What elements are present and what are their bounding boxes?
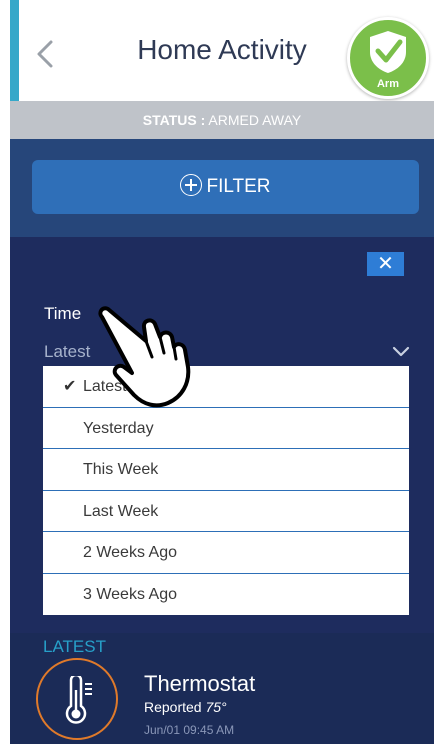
chevron-down-icon[interactable] bbox=[391, 345, 411, 359]
option-label: Yesterday bbox=[83, 419, 154, 437]
option-label: 2 Weeks Ago bbox=[83, 544, 177, 561]
option-label: Last Week bbox=[83, 502, 159, 520]
status-prefix: Reported bbox=[144, 699, 202, 715]
time-select-value[interactable]: Latest bbox=[44, 342, 90, 362]
dropdown-option-yesterday[interactable]: Yesterday bbox=[43, 408, 409, 449]
shield-check-icon bbox=[370, 31, 406, 73]
checkmark-icon: ✔ bbox=[63, 378, 77, 395]
filter-label: FILTER bbox=[206, 176, 271, 197]
dropdown-option-3-weeks-ago[interactable]: 3 Weeks Ago bbox=[43, 574, 409, 616]
option-label: 3 Weeks Ago bbox=[83, 585, 177, 603]
app-header: Home Activity Arm bbox=[10, 0, 434, 101]
dropdown-option-this-week[interactable]: This Week bbox=[43, 449, 409, 491]
app-screen: Home Activity Arm STATUS : ARMED AWAY FI… bbox=[10, 0, 434, 744]
status-reading: 75° bbox=[205, 699, 227, 715]
filter-panel: ✕ Time Latest ✔ Latest Yesterday This We… bbox=[10, 237, 434, 633]
status-label: STATUS : bbox=[142, 112, 206, 128]
status-value: ARMED AWAY bbox=[208, 112, 302, 128]
device-timestamp: Jun/01 09:45 AM bbox=[144, 723, 235, 737]
thermometer-icon bbox=[65, 676, 92, 724]
close-button[interactable]: ✕ bbox=[367, 252, 404, 276]
dropdown-option-last-week[interactable]: Last Week bbox=[43, 491, 409, 532]
activity-list: LATEST Thermostat Reported 75° Jun/01 09… bbox=[10, 633, 434, 744]
plus-circle-icon bbox=[180, 174, 203, 196]
device-name: Thermostat bbox=[144, 671, 256, 696]
dropdown-option-2-weeks-ago[interactable]: 2 Weeks Ago bbox=[43, 532, 409, 574]
filter-area: FILTER bbox=[10, 139, 434, 237]
device-icon-circle bbox=[36, 658, 118, 740]
status-bar: STATUS : ARMED AWAY bbox=[10, 101, 434, 139]
section-label: LATEST bbox=[43, 637, 106, 656]
filter-button[interactable]: FILTER bbox=[32, 160, 419, 214]
time-filter-label: Time bbox=[44, 304, 82, 323]
arm-label: Arm bbox=[376, 78, 399, 90]
option-label: This Week bbox=[83, 461, 159, 478]
hand-pointer-icon bbox=[98, 306, 191, 408]
arm-button[interactable]: Arm bbox=[347, 17, 429, 99]
device-status: Reported 75° bbox=[144, 699, 227, 715]
